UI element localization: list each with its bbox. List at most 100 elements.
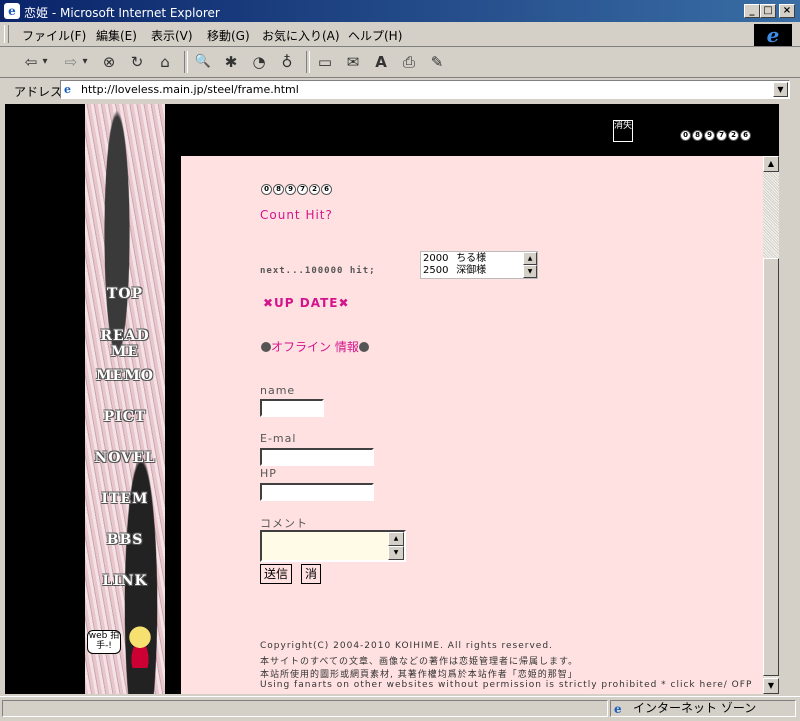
chibi-character-image[interactable] [123,624,157,668]
toolbar-separator [306,51,310,73]
counter-digit: 9 [285,184,296,195]
menu-go[interactable]: 移動(G) [207,27,250,44]
address-bar: アドレス e http://loveless.main.jp/steel/fra… [0,78,800,102]
comment-scrollbar[interactable]: ▲ ▼ [388,532,404,560]
list-item: 2500 深御様 [423,265,537,277]
counter-digit: 6 [740,130,751,141]
count-hit-link[interactable]: Count Hit? [260,208,333,222]
counter-digit: 2 [728,130,739,141]
status-bar: e インターネット ゾーン [0,696,800,721]
hp-label: HP [260,467,277,480]
forward-icon[interactable]: ⇨ [60,52,82,72]
print-icon[interactable]: ⎙ [398,52,420,72]
counter-digit: 9 [704,130,715,141]
header-hit-counter: 089726 [680,126,752,141]
scroll-thumb[interactable] [763,258,779,676]
comment-textarea[interactable] [260,530,406,562]
scroll-up-icon[interactable]: ▲ [523,252,537,265]
list-item: 2000 ちる様 [423,253,537,265]
window-title: 恋姫 - Microsoft Internet Explorer [24,6,220,20]
rank-name: ちる様 [456,253,487,264]
back-dropdown-icon[interactable]: ▾ [40,52,50,72]
home-icon[interactable]: ⌂ [154,52,176,72]
counter-digit: 8 [692,130,703,141]
top-icon-button[interactable]: 消失 [613,120,633,142]
copyright-line: Copyright(C) 2004-2010 KOIHIME. All righ… [260,641,553,651]
nav-link[interactable]: LINK [85,573,165,589]
toolbar: ⇦ ▾ ⇨ ▾ ⊗ ↻ ⌂ 🔍 ✱ ◔ ♁ ▭ ✉ A ⎙ ✎ [0,47,800,78]
globe-icon: e [614,702,622,716]
counter-digit: 8 [273,184,284,195]
web-clap-button[interactable]: web 拍手-! [87,630,121,654]
nav-item[interactable]: ITEM [85,491,165,507]
minimize-button[interactable]: _ [744,4,760,18]
menu-favorites[interactable]: お気に入り(A) [262,27,340,44]
font-icon[interactable]: A [370,52,392,72]
nav-pict[interactable]: PICT [85,409,165,425]
page-scrollbar[interactable]: ▲ ▼ [763,156,779,694]
menu-grip[interactable] [4,25,9,43]
nav-readme[interactable]: READ ME [85,328,165,360]
nav-memo[interactable]: MEMO [85,368,165,384]
favorites-icon[interactable]: ✱ [220,52,242,72]
nav-novel[interactable]: NOVEL [85,450,165,466]
scroll-up-icon[interactable]: ▲ [388,532,404,546]
bullet-icon [261,342,271,352]
clear-button[interactable]: 消 [301,564,322,584]
address-input[interactable]: e http://loveless.main.jp/steel/frame.ht… [60,80,790,99]
ie-logo-icon: e [754,24,792,46]
address-dropdown-icon[interactable]: ▼ [773,82,788,97]
nav-top[interactable]: TOP [85,286,165,302]
next-hit-label: next...100000 hit; [260,266,376,276]
security-zone[interactable]: e インターネット ゾーン [610,700,796,717]
counter-digit: 7 [716,130,727,141]
copyright-line: 本站所使用的圖形或網頁素材, 其著作權均爲於本站作者「恋姫的那智」 [260,670,578,680]
scroll-down-icon[interactable]: ▼ [523,265,537,278]
menu-bar: ファイル(F) 編集(E) 表示(V) 移動(G) お気に入り(A) ヘルプ(H… [0,22,800,47]
history-icon[interactable]: ◔ [248,52,270,72]
fanart-notice-link[interactable]: Using fanarts on other websites without … [260,680,752,690]
list-scrollbar[interactable]: ▲ ▼ [523,252,537,278]
menu-file[interactable]: ファイル(F) [22,27,86,44]
content-hit-counter: 089726 [261,180,333,195]
counter-digit: 6 [321,184,332,195]
counter-digit: 7 [297,184,308,195]
email-input[interactable] [260,448,374,466]
offline-info[interactable]: オフライン 情報 [261,338,369,355]
back-icon[interactable]: ⇦ [20,52,42,72]
submit-button[interactable]: 送信 [260,564,293,584]
status-message [2,700,608,717]
menu-view[interactable]: 表示(V) [151,27,193,44]
counter-digit: 0 [261,184,272,195]
mail-icon[interactable]: ✉ [342,52,364,72]
maximize-button[interactable]: □ [760,4,776,18]
scroll-up-icon[interactable]: ▲ [763,156,779,172]
name-label: name [260,384,296,397]
ie-window-icon[interactable]: e [4,3,20,19]
offline-info-label[interactable]: オフライン 情報 [271,340,359,354]
refresh-icon[interactable]: ↻ [126,52,148,72]
rank-count: 2000 [423,253,449,264]
fullscreen-icon[interactable]: ▭ [314,52,336,72]
update-link[interactable]: ✖UP DATE✖ [263,296,350,310]
name-input[interactable] [260,399,324,417]
menu-edit[interactable]: 編集(E) [96,27,137,44]
channels-icon[interactable]: ♁ [276,52,298,72]
search-icon[interactable]: 🔍 [192,52,214,72]
email-label: E-mal [260,432,297,445]
menu-help[interactable]: ヘルプ(H) [348,27,402,44]
scroll-down-icon[interactable]: ▼ [388,546,404,560]
close-button[interactable]: × [779,4,795,18]
rank-name: 深御様 [456,265,487,276]
edit-icon[interactable]: ✎ [426,52,448,72]
toolbar-separator [184,51,188,73]
forward-dropdown-icon[interactable]: ▾ [80,52,90,72]
content-frame: 089726 Count Hit? next...100000 hit; 200… [181,156,763,694]
nav-bbs[interactable]: BBS [85,532,165,548]
address-url[interactable]: http://loveless.main.jp/steel/frame.html [81,83,299,96]
stop-icon[interactable]: ⊗ [98,52,120,72]
scroll-down-icon[interactable]: ▼ [763,678,779,694]
hp-input[interactable] [260,483,374,501]
zone-label: インターネット ゾーン [633,701,757,715]
kiriban-list[interactable]: 2000 ちる様 2500 深御様 ▲ ▼ [420,251,538,279]
